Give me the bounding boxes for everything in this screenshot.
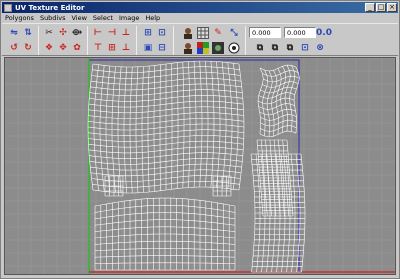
close-button[interactable]: × <box>387 3 397 12</box>
shaded-uvs-icon[interactable] <box>228 42 240 54</box>
menu-help[interactable]: Help <box>142 14 163 22</box>
move-and-sew-icon[interactable]: ⟴ <box>71 27 83 39</box>
layout-uvs-icon[interactable]: ✥ <box>57 42 69 54</box>
grid-uvs-icon[interactable]: ⊞ <box>142 27 154 39</box>
align-mid-u-icon[interactable]: ⊥ <box>120 27 132 39</box>
isolate-select-icon[interactable]: ⤡ <box>228 27 240 39</box>
hand-shell <box>257 64 300 138</box>
lower-leg-shell <box>94 197 236 271</box>
frame-all-icon[interactable]: ⊡ <box>156 27 168 39</box>
flip-v-icon[interactable]: ⇅ <box>22 27 34 39</box>
checker-display-icon[interactable] <box>197 42 209 54</box>
pin-uvs-icon[interactable]: ⊟ <box>156 42 168 54</box>
u-value-field[interactable] <box>249 27 281 38</box>
window-title: UV Texture Editor <box>15 3 85 12</box>
copy-uvs-icon[interactable]: ⧉ <box>254 42 266 54</box>
paste-v-icon[interactable]: ⊗ <box>314 42 326 54</box>
menu-select[interactable]: Select <box>90 14 116 22</box>
color-channel-icon[interactable] <box>212 42 224 54</box>
select-shell-icon[interactable]: ✿ <box>71 42 83 54</box>
menu-polygons[interactable]: Polygons <box>2 14 37 22</box>
unfold-uvs-icon[interactable]: ❖ <box>43 42 55 54</box>
refresh-uv-values-icon[interactable]: 0.0 <box>316 27 332 39</box>
align-min-u-icon[interactable]: ⊢ <box>92 27 104 39</box>
title-bar[interactable]: UV Texture Editor _ □ × <box>2 2 398 13</box>
grid-display-icon[interactable] <box>197 27 209 39</box>
cut-uv-edges-icon[interactable]: ✂ <box>43 27 55 39</box>
paste-uvs-icon[interactable]: ⧉ <box>269 42 281 54</box>
app-icon <box>4 3 12 12</box>
small-shell-2 <box>212 175 232 197</box>
sew-uv-edges-icon[interactable]: ✣ <box>57 27 69 39</box>
minimize-button[interactable]: _ <box>365 3 375 12</box>
menu-view[interactable]: View <box>68 14 89 22</box>
texture-swatch-icon[interactable] <box>182 42 194 54</box>
align-max-u-icon[interactable]: ⊣ <box>106 27 118 39</box>
menu-bar: Polygons Subdivs View Select Image Help <box>2 13 398 23</box>
flip-u-icon[interactable]: ⇋ <box>8 27 20 39</box>
snap-icon[interactable]: ✎ <box>212 27 224 39</box>
menu-image[interactable]: Image <box>116 14 142 22</box>
align-mid-v-icon[interactable]: ⊞ <box>106 42 118 54</box>
toolbar: ⇋ ⇅ ↺ ↻ ✂ ✣ ⟴ ❖ ✥ ✿ ⊢ ⊣ ⊥ ⊤ ⊞ ⊥ ⊞ ⊡ ▣ ⊟ … <box>2 23 398 56</box>
uv-texture-editor-window: UV Texture Editor _ □ × Polygons Subdivs… <box>0 0 400 279</box>
uv-viewport[interactable] <box>4 57 396 275</box>
uv-wireframe <box>87 60 306 273</box>
leg-shell <box>250 153 306 273</box>
cycle-uv-icon[interactable]: ⊡ <box>299 42 311 54</box>
rotate-ccw-icon[interactable]: ↺ <box>8 42 20 54</box>
background-grid <box>5 58 395 274</box>
maximize-button[interactable]: □ <box>376 3 386 12</box>
head-torso-shell <box>87 60 245 194</box>
frame-selected-icon[interactable]: ▣ <box>142 42 154 54</box>
v-value-field[interactable] <box>284 27 316 38</box>
paste-u-icon[interactable]: ⧉ <box>284 42 296 54</box>
align-min-v-icon[interactable]: ⊥ <box>120 42 132 54</box>
uv-canvas <box>5 58 395 274</box>
align-max-v-icon[interactable]: ⊤ <box>92 42 104 54</box>
rotate-cw-icon[interactable]: ↻ <box>22 42 34 54</box>
menu-subdivs[interactable]: Subdivs <box>37 14 69 22</box>
image-display-icon[interactable] <box>182 27 194 39</box>
